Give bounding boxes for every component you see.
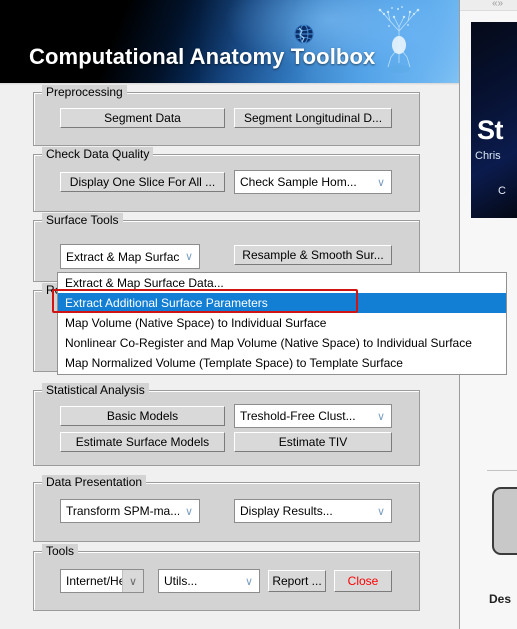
transform-spm-maps-dropdown[interactable]: Transform SPM-ma... ∨ [60, 499, 200, 523]
estimate-surface-models-button[interactable]: Estimate Surface Models [60, 432, 225, 452]
transform-spm-maps-value: Transform SPM-ma... [66, 504, 179, 518]
display-results-dropdown[interactable]: Display Results... ∨ [234, 499, 392, 523]
basic-models-button[interactable]: Basic Models [60, 406, 225, 426]
background-hero-subtitle-2: C [498, 185, 506, 197]
panel-bevel [34, 391, 419, 465]
panel-title-check-data-quality: Check Data Quality [42, 147, 154, 161]
chevron-down-icon: ∨ [184, 505, 194, 518]
screen: «» St Chris C Des ☰ ) [0, 0, 517, 629]
check-sample-homogeneity-value: Check Sample Hom... [240, 175, 357, 189]
segment-longitudinal-data-button[interactable]: Segment Longitudinal D... [234, 108, 392, 128]
check-sample-homogeneity-dropdown[interactable]: Check Sample Hom... ∨ [234, 170, 392, 194]
panel-tools: Tools Internet/He... ∨ Utils... ∨ Report… [33, 544, 420, 611]
surface-tools-dropdown-list[interactable]: Extract & Map Surface Data... Extract Ad… [57, 272, 507, 375]
internet-help-dropdown[interactable]: Internet/He... ∨ [60, 569, 144, 593]
resample-smooth-surface-button[interactable]: Resample & Smooth Sur... [234, 245, 392, 265]
panel-title-tools: Tools [42, 544, 79, 558]
background-hero-banner: St Chris C [471, 22, 517, 218]
background-section-label: Des [489, 592, 512, 606]
chevron-down-icon: ∨ [376, 410, 386, 423]
background-hero-title: St [477, 115, 504, 145]
dropdown-option[interactable]: Extract & Map Surface Data... [58, 273, 506, 293]
chevron-down-icon: ∨ [244, 575, 254, 588]
globe-icon [294, 24, 314, 44]
extract-map-surface-dropdown[interactable]: Extract & Map Surfac... ∨ [60, 244, 200, 269]
dropdown-option[interactable]: Map Normalized Volume (Template Space) t… [58, 353, 506, 373]
panel-title-preprocessing: Preprocessing [42, 85, 127, 99]
app-title: Computational Anatomy Toolbox [29, 44, 376, 69]
panel-title-statistical-analysis: Statistical Analysis [42, 383, 149, 397]
utils-value: Utils... [164, 574, 198, 588]
dropdown-option-selected[interactable]: Extract Additional Surface Parameters [58, 293, 506, 313]
report-button[interactable]: Report ... [268, 570, 326, 592]
panel-title-data-presentation: Data Presentation [42, 475, 147, 489]
panel-preprocessing: Preprocessing Segment Data Segment Longi… [33, 85, 420, 146]
chevron-down-icon: ∨ [184, 251, 194, 263]
close-button[interactable]: Close [334, 570, 392, 592]
panel-data-presentation: Data Presentation Transform SPM-ma... ∨ … [33, 475, 420, 542]
extract-map-surface-value: Extract & Map Surfac... [66, 249, 179, 264]
chevron-down-icon: ∨ [122, 570, 143, 592]
dropdown-option[interactable]: Nonlinear Co-Register and Map Volume (Na… [58, 333, 506, 353]
display-one-slice-button[interactable]: Display One Slice For All ... [60, 172, 225, 192]
dropdown-option[interactable]: Map Volume (Native Space) to Individual … [58, 313, 506, 333]
neuron-tree-icon [378, 6, 420, 73]
chevron-down-icon: ∨ [376, 176, 386, 189]
panel-title-surface-tools: Surface Tools [42, 213, 123, 227]
background-rounded-button[interactable] [492, 487, 517, 555]
panel-statistical-analysis: Statistical Analysis Basic Models Tresho… [33, 383, 420, 466]
chevron-down-icon: ∨ [376, 505, 386, 518]
internet-help-value: Internet/He... [66, 574, 122, 588]
background-window-controls-icon: «» [492, 0, 504, 9]
segment-data-button[interactable]: Segment Data [60, 108, 225, 128]
app-header-banner: Computational Anatomy Toolbox [0, 0, 459, 83]
panel-check-data-quality: Check Data Quality Display One Slice For… [33, 147, 420, 212]
threshold-free-cluster-value: Treshold-Free Clust... [240, 409, 356, 423]
estimate-tiv-button[interactable]: Estimate TIV [234, 432, 392, 452]
background-divider [487, 470, 517, 471]
threshold-free-cluster-dropdown[interactable]: Treshold-Free Clust... ∨ [234, 404, 392, 428]
display-results-value: Display Results... [240, 504, 333, 518]
utils-dropdown[interactable]: Utils... ∨ [158, 569, 260, 593]
background-hero-subtitle: Chris [475, 150, 501, 162]
background-window-titlebar [457, 0, 517, 11]
